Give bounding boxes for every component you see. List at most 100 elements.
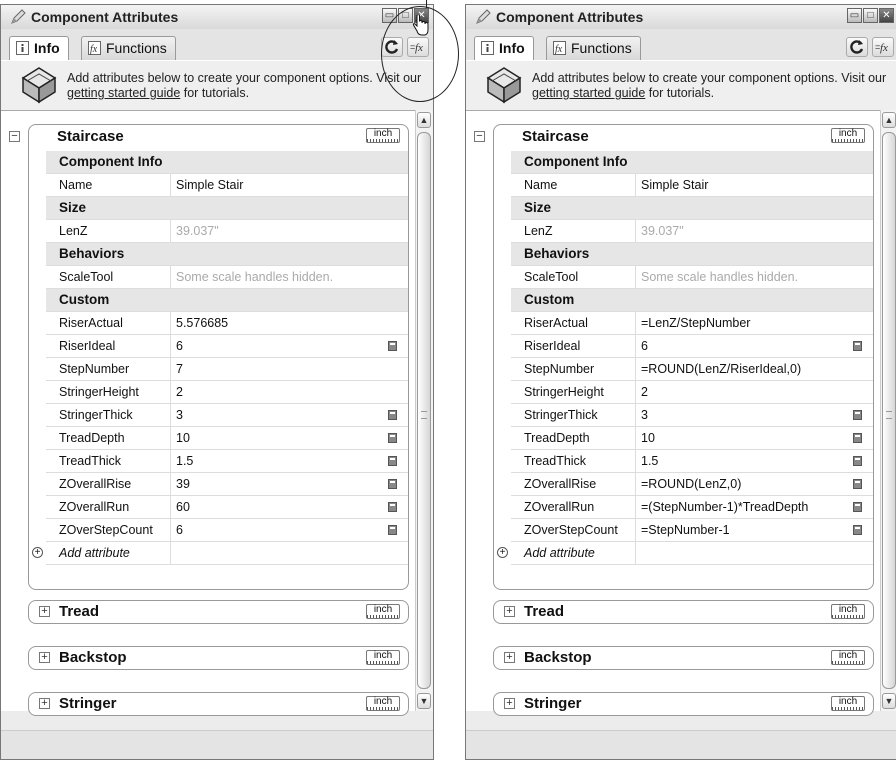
attribute-value[interactable]: 2 xyxy=(641,381,648,403)
group-tread[interactable]: + Tread inch xyxy=(28,600,409,624)
collapse-staircase-button[interactable]: − xyxy=(9,131,20,142)
group-tread[interactable]: + Tread inch xyxy=(493,600,874,624)
calculator-icon[interactable] xyxy=(388,341,397,351)
group-backstop[interactable]: + Backstop inch xyxy=(28,646,409,670)
attribute-value[interactable]: =ROUND(LenZ,0) xyxy=(641,473,741,495)
tab-info[interactable]: Info xyxy=(474,36,534,60)
maximize-button[interactable]: □ xyxy=(398,8,413,23)
group-title: Tread xyxy=(59,603,100,620)
section-header-component-info: Component Info xyxy=(46,151,408,174)
scroll-down-arrow-icon[interactable]: ▼ xyxy=(882,693,896,709)
calculator-icon[interactable] xyxy=(853,341,862,351)
calculator-icon[interactable] xyxy=(388,479,397,489)
add-attribute-label[interactable]: Add attribute xyxy=(59,542,130,564)
attribute-value[interactable]: 6 xyxy=(176,335,183,357)
expand-backstop-button[interactable]: + xyxy=(39,652,50,663)
scroll-down-arrow-icon[interactable]: ▼ xyxy=(417,693,431,709)
calculator-icon[interactable] xyxy=(388,433,397,443)
calculator-icon[interactable] xyxy=(853,410,862,420)
attribute-value[interactable]: 5.576685 xyxy=(176,312,228,334)
close-button[interactable]: ✕ xyxy=(879,8,894,23)
calculator-icon[interactable] xyxy=(388,456,397,466)
maximize-button[interactable]: □ xyxy=(863,8,878,23)
getting-started-guide-link[interactable]: getting started guide xyxy=(67,86,180,100)
attribute-value[interactable]: 1.5 xyxy=(176,450,193,472)
unit-toggle[interactable]: inch xyxy=(831,128,865,143)
toggle-formula-view-button[interactable]: = fx xyxy=(407,37,429,57)
vertical-scrollbar[interactable]: ▲ ▼ xyxy=(415,110,433,711)
calculator-icon[interactable] xyxy=(853,479,862,489)
unit-toggle[interactable]: inch xyxy=(831,696,865,711)
attribute-value[interactable]: 10 xyxy=(641,427,655,449)
refresh-button[interactable] xyxy=(381,37,403,57)
unit-toggle[interactable]: inch xyxy=(366,604,400,619)
add-attribute-row[interactable]: + Add attribute xyxy=(32,542,408,565)
attribute-value[interactable]: 3 xyxy=(176,404,183,426)
unit-toggle[interactable]: inch xyxy=(831,604,865,619)
callout-pointer-line xyxy=(426,0,427,8)
attribute-name: ZOverallRun xyxy=(524,500,595,514)
add-circle-icon[interactable]: + xyxy=(497,547,508,558)
attribute-value[interactable]: 6 xyxy=(176,519,183,541)
collapse-staircase-button[interactable]: − xyxy=(474,131,485,142)
scroll-up-arrow-icon[interactable]: ▲ xyxy=(417,112,431,128)
tab-functions[interactable]: fx Functions xyxy=(81,36,176,60)
attribute-value: 39.037" xyxy=(641,224,684,238)
unit-toggle[interactable]: inch xyxy=(366,696,400,711)
attribute-value[interactable]: =(StepNumber-1)*TreadDepth xyxy=(641,496,808,518)
expand-stringer-button[interactable]: + xyxy=(504,698,515,709)
title-bar[interactable]: Component Attributes ▭ □ ✕ xyxy=(466,5,896,30)
add-circle-icon[interactable]: + xyxy=(32,547,43,558)
expand-stringer-button[interactable]: + xyxy=(39,698,50,709)
add-attribute-label[interactable]: Add attribute xyxy=(524,542,595,564)
vertical-scrollbar[interactable]: ▲ ▼ xyxy=(880,110,896,711)
calculator-icon[interactable] xyxy=(388,410,397,420)
expand-backstop-button[interactable]: + xyxy=(504,652,515,663)
calculator-icon[interactable] xyxy=(853,433,862,443)
attribute-row-zoverallrun: ZOverallRun =(StepNumber-1)*TreadDepth xyxy=(511,496,873,519)
attribute-row-stepnumber: StepNumber 7 xyxy=(46,358,408,381)
calculator-icon[interactable] xyxy=(853,525,862,535)
minimize-button[interactable]: ▭ xyxy=(382,8,397,23)
group-backstop[interactable]: + Backstop inch xyxy=(493,646,874,670)
unit-toggle[interactable]: inch xyxy=(366,650,400,665)
attribute-row-scaletool: ScaleTool Some scale handles hidden. xyxy=(46,266,408,289)
attribute-value[interactable]: =LenZ/StepNumber xyxy=(641,312,750,334)
attribute-value[interactable]: 10 xyxy=(176,427,190,449)
scrollbar-thumb[interactable] xyxy=(882,132,896,689)
attribute-value[interactable]: 1.5 xyxy=(641,450,658,472)
tab-functions-label: Functions xyxy=(571,40,632,56)
attribute-value[interactable]: 6 xyxy=(641,335,648,357)
minimize-button[interactable]: ▭ xyxy=(847,8,862,23)
calculator-icon[interactable] xyxy=(388,525,397,535)
attribute-value[interactable]: 3 xyxy=(641,404,648,426)
attribute-value[interactable]: 60 xyxy=(176,496,190,518)
tab-info[interactable]: Info xyxy=(9,36,69,60)
calculator-icon[interactable] xyxy=(853,456,862,466)
attribute-value[interactable]: Simple Stair xyxy=(176,174,243,196)
refresh-button[interactable] xyxy=(846,37,868,57)
tab-functions[interactable]: fx Functions xyxy=(546,36,641,60)
attribute-value[interactable]: 2 xyxy=(176,381,183,403)
group-stringer[interactable]: + Stringer inch xyxy=(28,692,409,716)
add-attribute-row[interactable]: + Add attribute xyxy=(497,542,873,565)
attribute-value[interactable]: Simple Stair xyxy=(641,174,708,196)
attribute-value[interactable]: =StepNumber-1 xyxy=(641,519,730,541)
getting-started-guide-link[interactable]: getting started guide xyxy=(532,86,645,100)
attribute-name: RiserIdeal xyxy=(59,339,116,353)
unit-toggle[interactable]: inch xyxy=(366,128,400,143)
calculator-icon[interactable] xyxy=(853,502,862,512)
toggle-formula-view-button[interactable]: = fx xyxy=(872,37,894,57)
attribute-value[interactable]: 7 xyxy=(176,358,183,380)
group-stringer[interactable]: + Stringer inch xyxy=(493,692,874,716)
attribute-row-stepnumber: StepNumber =ROUND(LenZ/RiserIdeal,0) xyxy=(511,358,873,381)
scroll-up-arrow-icon[interactable]: ▲ xyxy=(882,112,896,128)
unit-toggle[interactable]: inch xyxy=(831,650,865,665)
title-bar[interactable]: Component Attributes ▭ □ ✕ xyxy=(1,5,433,30)
attribute-value[interactable]: 39 xyxy=(176,473,190,495)
expand-tread-button[interactable]: + xyxy=(504,606,515,617)
expand-tread-button[interactable]: + xyxy=(39,606,50,617)
calculator-icon[interactable] xyxy=(388,502,397,512)
attribute-value[interactable]: =ROUND(LenZ/RiserIdeal,0) xyxy=(641,358,801,380)
scrollbar-thumb[interactable] xyxy=(417,132,431,689)
